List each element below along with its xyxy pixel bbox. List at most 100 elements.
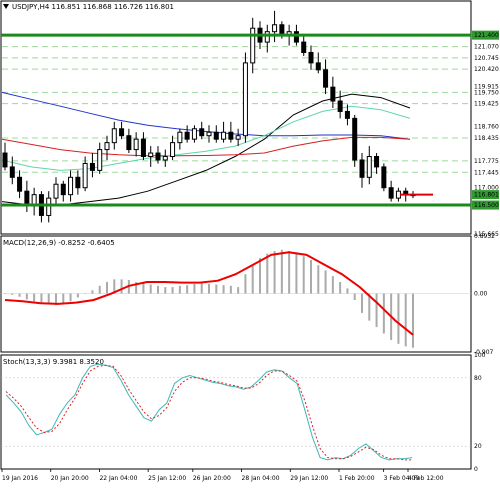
macd-histogram-bar <box>33 293 36 302</box>
macd-histogram-bar <box>412 293 414 348</box>
candle-body <box>366 156 372 178</box>
macd-histogram-bar <box>353 293 356 300</box>
price-axis-label: 120.420 <box>474 66 499 73</box>
price-axis-label: 119.750 <box>474 89 499 96</box>
candle-body <box>337 100 343 112</box>
candle-body <box>191 128 197 140</box>
candle-body <box>381 166 387 189</box>
candle-body <box>293 31 299 43</box>
candle-body <box>17 176 23 192</box>
candle-body <box>46 197 52 216</box>
candle-body <box>119 128 125 137</box>
macd-histogram-bar <box>157 285 159 294</box>
candle-body <box>315 62 321 71</box>
macd-histogram-bar <box>288 251 291 294</box>
candle-body <box>2 152 8 168</box>
macd-histogram-bar <box>266 253 269 294</box>
price-axis-label: 118.760 <box>474 124 499 131</box>
price-axis-label: 116.801 <box>474 192 499 199</box>
candle-body <box>9 166 15 178</box>
candle-body <box>359 159 365 178</box>
stoch-main-line <box>5 363 413 461</box>
candle-body <box>24 190 30 206</box>
x-axis-label: 20 Jan 20:00 <box>51 475 89 482</box>
candle-body <box>213 131 219 140</box>
candle-body <box>133 138 139 151</box>
candle-body <box>221 131 227 140</box>
x-axis-label: 28 Jan 04:00 <box>242 475 280 482</box>
macd-histogram-bar <box>106 281 108 294</box>
candle-body <box>250 27 256 64</box>
candle-body <box>31 194 37 206</box>
candle-body <box>97 149 103 171</box>
candle-body <box>162 156 168 161</box>
candle-body <box>60 183 66 196</box>
macd-histogram-bar <box>11 293 14 295</box>
candle-body <box>126 135 132 151</box>
macd-histogram-bar <box>40 293 43 304</box>
candle-body <box>89 162 95 171</box>
macd-histogram-bar <box>251 264 254 294</box>
candle-body <box>199 128 205 137</box>
macd-histogram-bar <box>397 293 400 344</box>
stoch-indicator-label: Stoch(13,3,3) 9.3981 8.3520 <box>3 358 104 366</box>
candle-body <box>264 31 270 43</box>
macd-histogram-bar <box>302 256 305 294</box>
macd-axis-label: 0.00 <box>474 291 488 298</box>
price-axis-label: 116.500 <box>474 202 499 209</box>
candle-body <box>323 69 329 88</box>
candle-body <box>395 190 401 199</box>
candle-body <box>206 131 212 137</box>
candle-body <box>235 135 241 140</box>
macd-histogram-bar <box>18 293 21 297</box>
price-axis-label: 121.070 <box>474 44 499 51</box>
candle-body <box>308 51 314 64</box>
macd-histogram-bar <box>62 293 65 304</box>
macd-histogram-bar <box>310 260 312 294</box>
candle-body <box>75 176 81 189</box>
title-triangle-icon <box>3 4 9 9</box>
macd-histogram-bar <box>237 287 240 294</box>
macd-histogram-bar <box>324 270 327 294</box>
candle-body <box>344 110 350 119</box>
macd-histogram-bar <box>149 284 152 294</box>
candle-body <box>155 152 161 161</box>
price-axis-label: 117.775 <box>474 158 499 165</box>
macd-histogram-bar <box>84 293 87 295</box>
stoch-axis-label: 20 <box>474 443 482 450</box>
macd-histogram-bar <box>382 293 385 334</box>
candle-body <box>82 162 88 189</box>
macd-histogram-bar <box>98 285 101 294</box>
moving-average-2 <box>1 136 411 157</box>
price-axis-label: 119.425 <box>474 101 499 108</box>
macd-histogram-bar <box>215 284 218 294</box>
macd-histogram-bar <box>375 293 378 328</box>
x-axis-label: 25 Jan 12:00 <box>148 475 186 482</box>
chart-canvas: 121.400121.070120.745120.420119.915119.7… <box>0 0 499 482</box>
macd-histogram-bar <box>404 293 407 347</box>
macd-histogram-bar <box>186 285 189 294</box>
x-axis-label: 19 Jan 2016 <box>2 475 38 482</box>
chart-symbol-title: USDJPY,H4 116.851 116.868 116.726 116.80… <box>12 3 174 11</box>
candle-body <box>388 187 394 199</box>
macd-histogram-bar <box>222 285 225 294</box>
macd-histogram-bar <box>244 274 247 294</box>
price-axis-label: 121.400 <box>474 32 499 39</box>
stoch-signal-line <box>5 364 412 461</box>
candle-body <box>148 152 154 158</box>
price-axis-label: 117.445 <box>474 169 499 176</box>
candle-body <box>170 142 176 158</box>
macd-histogram-bar <box>25 293 28 300</box>
x-axis-label: 26 Jan 20:00 <box>193 475 231 482</box>
price-axis-label: 118.435 <box>474 135 499 142</box>
macd-histogram-bar <box>346 288 349 294</box>
x-axis-label: 1 Feb 20:00 <box>339 475 375 482</box>
stoch-axis-label: 100 <box>474 352 486 359</box>
macd-histogram-bar <box>120 279 123 294</box>
candle-body <box>272 24 278 33</box>
x-axis-label: 22 Jan 04:00 <box>99 475 137 482</box>
macd-histogram-bar <box>208 283 210 294</box>
macd-histogram-bar <box>164 287 167 294</box>
macd-histogram-bar <box>200 283 203 294</box>
candle-body <box>374 156 380 168</box>
